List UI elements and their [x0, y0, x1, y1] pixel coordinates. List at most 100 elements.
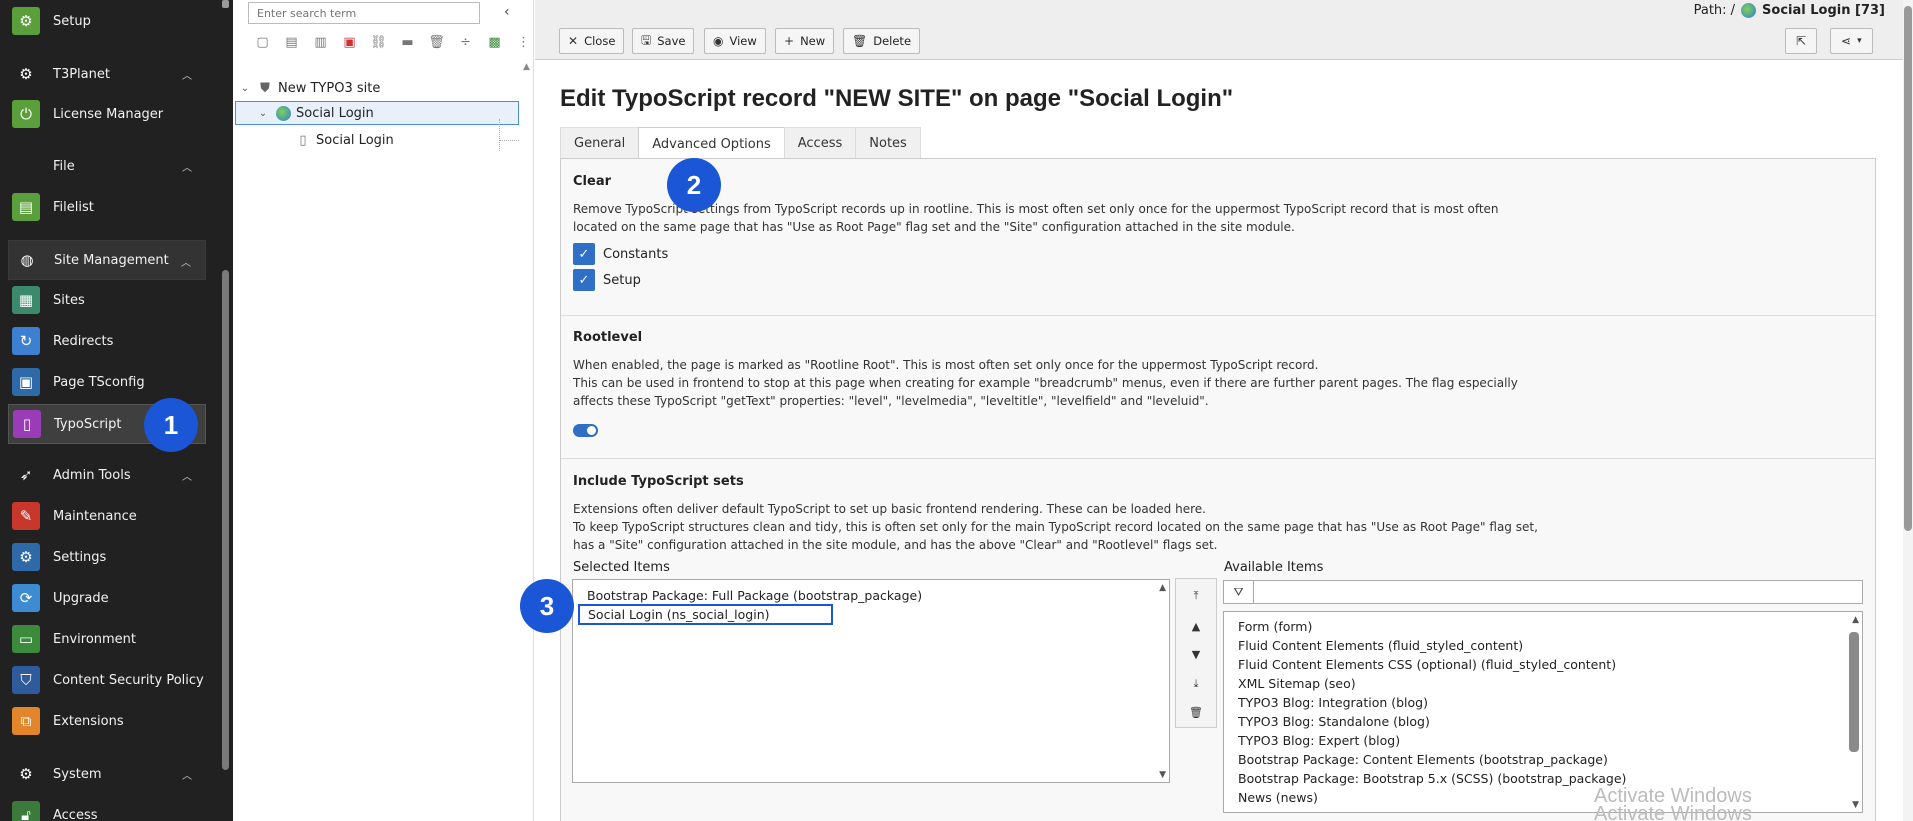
new-page-green-icon[interactable]: ▩	[480, 32, 509, 52]
save-icon: 🖫︎	[641, 32, 652, 47]
module-group-label: System	[53, 766, 102, 782]
remove-item-button[interactable]: 🗑︎	[1180, 699, 1212, 725]
checkbox-setup[interactable]: ✓ Setup	[573, 269, 641, 291]
move-down-button[interactable]: ▼	[1180, 641, 1212, 667]
module-filelist[interactable]: ▤ Filelist	[8, 187, 206, 227]
link-icon[interactable]: ⛓	[364, 32, 393, 52]
chevron-up-icon: ︿	[182, 771, 192, 782]
divider-icon[interactable]: ÷	[451, 32, 480, 52]
list-item[interactable]: News (news)	[1238, 790, 1318, 805]
delete-button[interactable]: 🗑︎ Delete	[843, 28, 921, 54]
module-upgrade[interactable]: ⟳ Upgrade	[8, 578, 206, 618]
module-menu-scrollbar[interactable]	[222, 270, 229, 770]
new-page-red-icon[interactable]: ▣	[335, 32, 364, 52]
new-page-icon[interactable]: ▢	[248, 32, 277, 52]
available-items-list[interactable]: Form (form) Fluid Content Elements (flui…	[1223, 611, 1863, 813]
save-button[interactable]: 🖫︎ Save	[632, 28, 695, 54]
module-group-site-management[interactable]: ◍ Site Management ︿	[8, 240, 206, 280]
tree-node-label: New TYPO3 site	[278, 80, 381, 96]
folder-icon[interactable]: ▬	[393, 32, 422, 52]
tree-node-social-login-page[interactable]: ▯ Social Login	[290, 128, 393, 152]
rootlevel-toggle[interactable]	[573, 424, 598, 437]
module-group-system[interactable]: ⚙ System ︿	[8, 754, 206, 794]
list-item-selected[interactable]: Social Login (ns_social_login)	[578, 604, 833, 625]
selected-items-list[interactable]: Bootstrap Package: Full Package (bootstr…	[572, 579, 1170, 783]
open-new-window-button[interactable]: ⇱	[1785, 28, 1818, 54]
module-group-label: File	[53, 158, 75, 174]
list-item[interactable]: Bootstrap Package: Content Elements (boo…	[1238, 752, 1608, 767]
available-items-filter[interactable]: ⛛	[1223, 580, 1863, 604]
module-page-tsconfig[interactable]: ▣ Page TSconfig	[8, 362, 206, 402]
module-settings[interactable]: ⚙ Settings	[8, 537, 206, 577]
trash-icon[interactable]: 🗑︎	[422, 32, 451, 52]
close-button[interactable]: ✕ Close	[559, 28, 625, 54]
module-license-manager[interactable]: ⏻ License Manager	[8, 94, 206, 134]
tab-advanced-options[interactable]: Advanced Options	[638, 127, 785, 160]
list-item[interactable]: Bootstrap Package: Full Package (bootstr…	[587, 588, 922, 603]
module-group-t3planet[interactable]: ⚙ T3Planet ︿	[8, 54, 206, 94]
module-menu-scroll-arrow[interactable]	[222, 0, 229, 8]
module-sites[interactable]: ▦ Sites	[8, 280, 206, 320]
list-item[interactable]: TYPO3 Blog: Standalone (blog)	[1238, 714, 1430, 729]
section-desc-line: This can be used in frontend to stop at …	[573, 376, 1518, 390]
chevron-down-icon[interactable]: ⌄	[256, 108, 270, 119]
gear-icon: ⚙	[12, 7, 40, 35]
list-item[interactable]: TYPO3 Blog: Integration (blog)	[1238, 695, 1428, 710]
list-item[interactable]: XML Sitemap (seo)	[1238, 676, 1356, 691]
wrench-icon: ✎	[12, 502, 40, 530]
page-title: Edit TypoScript record "NEW SITE" on pag…	[560, 85, 1234, 112]
module-group-admin-tools[interactable]: ➶ Admin Tools ︿	[8, 455, 206, 495]
watermark-line: Activate Windows	[1594, 803, 1752, 821]
module-group-label: Site Management	[54, 252, 169, 268]
check-icon[interactable]: ✓	[573, 243, 595, 265]
list-item[interactable]: Bootstrap Package: Bootstrap 5.x (SCSS) …	[1238, 771, 1626, 786]
list-item[interactable]: TYPO3 Blog: Expert (blog)	[1238, 733, 1400, 748]
share-button[interactable]: ⋖ ▾	[1830, 28, 1873, 54]
list-item[interactable]: Fluid Content Elements CSS (optional) (f…	[1238, 657, 1616, 672]
move-to-top-button[interactable]: ⤒	[1180, 583, 1212, 609]
module-environment[interactable]: ▭ Environment	[8, 619, 206, 659]
gear-icon: ⚙	[19, 65, 33, 83]
new-button[interactable]: + New	[775, 28, 835, 54]
tree-node-social-login[interactable]: ⌄ Social Login	[235, 101, 519, 125]
check-icon[interactable]: ✓	[573, 269, 595, 291]
step-badge-1: 1	[144, 398, 198, 452]
delete-button-label: Delete	[873, 34, 912, 48]
scroll-up-arrow[interactable]: ▲	[1159, 583, 1166, 593]
tree-scroll-arrow[interactable]: ▲	[523, 62, 533, 74]
module-content-security-policy[interactable]: ⛉ Content Security Policy	[8, 660, 206, 700]
new-sysfolder-icon[interactable]: ▤	[277, 32, 306, 52]
module-maintenance[interactable]: ✎ Maintenance	[8, 496, 206, 536]
chevron-left-icon[interactable]: ‹	[504, 4, 520, 20]
chevron-down-icon[interactable]: ⌄	[238, 83, 252, 94]
scroll-down-arrow[interactable]: ▼	[1159, 770, 1166, 780]
tsconfig-icon: ▣	[12, 368, 40, 396]
tree-node-root[interactable]: ⌄ ⛊ New TYPO3 site	[238, 76, 381, 100]
module-access[interactable]: 🔓︎ Access	[8, 795, 206, 821]
main-scrollbar-thumb[interactable]	[1904, 6, 1912, 531]
tab-general[interactable]: General	[560, 127, 640, 159]
module-extensions[interactable]: ⧉ Extensions	[8, 701, 206, 741]
section-desc-line: Extensions often deliver default TypoScr…	[573, 502, 1206, 516]
more-icon[interactable]: ⋮	[509, 32, 538, 52]
selected-items-label: Selected Items	[573, 560, 670, 575]
view-button[interactable]: ◉ View	[704, 28, 766, 54]
available-list-scrollbar[interactable]	[1849, 632, 1859, 752]
scroll-up-arrow[interactable]: ▲	[1852, 615, 1859, 625]
checkbox-constants[interactable]: ✓ Constants	[573, 243, 668, 265]
step-badge-2: 2	[667, 158, 721, 212]
move-up-button[interactable]: ▲	[1180, 613, 1212, 639]
module-redirects[interactable]: ↻ Redirects	[8, 321, 206, 361]
module-label: Environment	[53, 631, 137, 647]
tab-notes[interactable]: Notes	[855, 127, 921, 159]
list-item[interactable]: Fluid Content Elements (fluid_styled_con…	[1238, 638, 1523, 653]
tree-search-input[interactable]	[248, 2, 480, 24]
module-setup[interactable]: ⚙ Setup	[8, 1, 206, 41]
move-to-bottom-button[interactable]: ⤓	[1180, 671, 1212, 697]
module-group-file[interactable]: File ︿	[8, 146, 206, 186]
path-page[interactable]: Social Login [73]	[1762, 3, 1885, 18]
new-shortcut-icon[interactable]: ▥	[306, 32, 335, 52]
list-item[interactable]: Form (form)	[1238, 619, 1312, 634]
scroll-down-arrow[interactable]: ▼	[1852, 800, 1859, 810]
tab-access[interactable]: Access	[783, 127, 857, 159]
